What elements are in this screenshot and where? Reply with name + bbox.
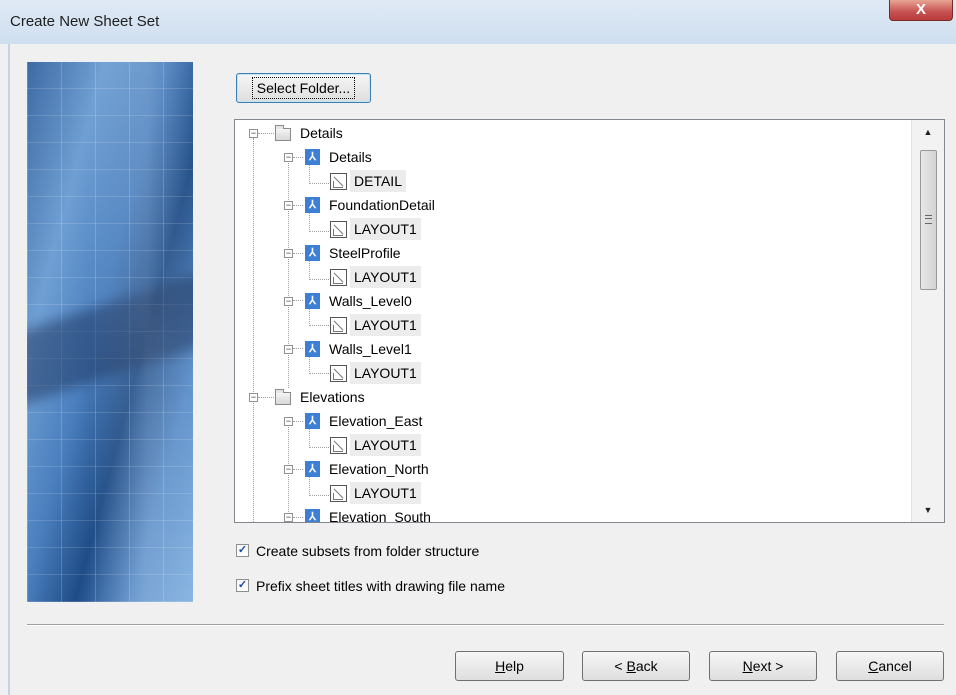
- collapse-icon[interactable]: −: [284, 297, 293, 306]
- tree-vertical-scrollbar[interactable]: ▲ ▼: [911, 120, 944, 522]
- tree-sheet-layout1[interactable]: LAYOUT1: [235, 266, 535, 288]
- scroll-down-arrow-icon[interactable]: ▼: [912, 500, 944, 520]
- tree-file-walls-level0[interactable]: − ⅄ Walls_Level0: [235, 290, 535, 312]
- close-button[interactable]: X: [889, 0, 953, 21]
- collapse-icon[interactable]: −: [284, 249, 293, 258]
- dwg-file-icon: ⅄: [305, 149, 320, 165]
- collapse-icon[interactable]: −: [249, 129, 258, 138]
- collapse-icon[interactable]: −: [249, 393, 258, 402]
- select-folder-button[interactable]: Select Folder...: [236, 73, 371, 103]
- layout-sheet-icon: [330, 269, 347, 286]
- layout-sheet-icon: [330, 173, 347, 190]
- title-bar: Create New Sheet Set X: [0, 0, 956, 44]
- folder-icon: [275, 389, 291, 405]
- close-icon: X: [915, 1, 926, 18]
- tree-file-details[interactable]: − ⅄ Details: [235, 146, 535, 168]
- dwg-file-icon: ⅄: [305, 341, 320, 357]
- tree-folder-details[interactable]: − Details: [235, 122, 535, 144]
- layout-sheet-icon: [330, 317, 347, 334]
- collapse-icon[interactable]: −: [284, 513, 293, 522]
- tree-sheet-layout1[interactable]: LAYOUT1: [235, 434, 535, 456]
- scroll-thumb[interactable]: [920, 150, 937, 290]
- tree-sheet-layout1[interactable]: LAYOUT1: [235, 314, 535, 336]
- next-button[interactable]: Next >: [709, 651, 817, 681]
- folder-icon: [275, 125, 291, 141]
- window-title: Create New Sheet Set: [10, 13, 160, 30]
- collapse-icon[interactable]: −: [284, 417, 293, 426]
- tree-sheet-detail[interactable]: DETAIL: [235, 170, 535, 192]
- footer-separator: [27, 624, 944, 626]
- window-frame-edge: [8, 44, 10, 695]
- tree-sheet-layout1[interactable]: LAYOUT1: [235, 482, 535, 504]
- back-button[interactable]: < Back: [582, 651, 690, 681]
- dwg-file-icon: ⅄: [305, 461, 320, 477]
- tree-file-walls-level1[interactable]: − ⅄ Walls_Level1: [235, 338, 535, 360]
- tree-file-steelprofile[interactable]: − ⅄ SteelProfile: [235, 242, 535, 264]
- tree-folder-elevations[interactable]: − Elevations: [235, 386, 535, 408]
- grip-icon: [925, 215, 932, 224]
- tree-file-elevation-south[interactable]: − ⅄ Elevation_South: [235, 506, 535, 522]
- prefix-titles-checkbox[interactable]: ✓: [236, 579, 249, 592]
- dwg-file-icon: ⅄: [305, 509, 320, 522]
- dwg-file-icon: ⅄: [305, 413, 320, 429]
- scroll-up-arrow-icon[interactable]: ▲: [912, 122, 944, 142]
- layout-sheet-icon: [330, 221, 347, 238]
- tree-file-foundationdetail[interactable]: − ⅄ FoundationDetail: [235, 194, 535, 216]
- layout-sheet-icon: [330, 437, 347, 454]
- collapse-icon[interactable]: −: [284, 345, 293, 354]
- cancel-button[interactable]: Cancel: [836, 651, 944, 681]
- dwg-file-icon: ⅄: [305, 245, 320, 261]
- create-subsets-checkbox[interactable]: ✓: [236, 544, 249, 557]
- tree-sheet-layout1[interactable]: LAYOUT1: [235, 362, 535, 384]
- wizard-banner-image: [27, 62, 193, 602]
- layout-sheet-icon: [330, 485, 347, 502]
- tree-file-elevation-north[interactable]: − ⅄ Elevation_North: [235, 458, 535, 480]
- sheet-tree-view[interactable]: − Details − ⅄ Details DETAIL − ⅄ Foundat…: [234, 119, 945, 523]
- dwg-file-icon: ⅄: [305, 293, 320, 309]
- prefix-titles-label: Prefix sheet titles with drawing file na…: [256, 578, 505, 594]
- tree-sheet-layout1[interactable]: LAYOUT1: [235, 218, 535, 240]
- help-button[interactable]: Help: [455, 651, 564, 681]
- tree-content: − Details − ⅄ Details DETAIL − ⅄ Foundat…: [235, 120, 911, 522]
- create-subsets-label: Create subsets from folder structure: [256, 543, 480, 559]
- layout-sheet-icon: [330, 365, 347, 382]
- collapse-icon[interactable]: −: [284, 201, 293, 210]
- collapse-icon[interactable]: −: [284, 465, 293, 474]
- collapse-icon[interactable]: −: [284, 153, 293, 162]
- dwg-file-icon: ⅄: [305, 197, 320, 213]
- tree-file-elevation-east[interactable]: − ⅄ Elevation_East: [235, 410, 535, 432]
